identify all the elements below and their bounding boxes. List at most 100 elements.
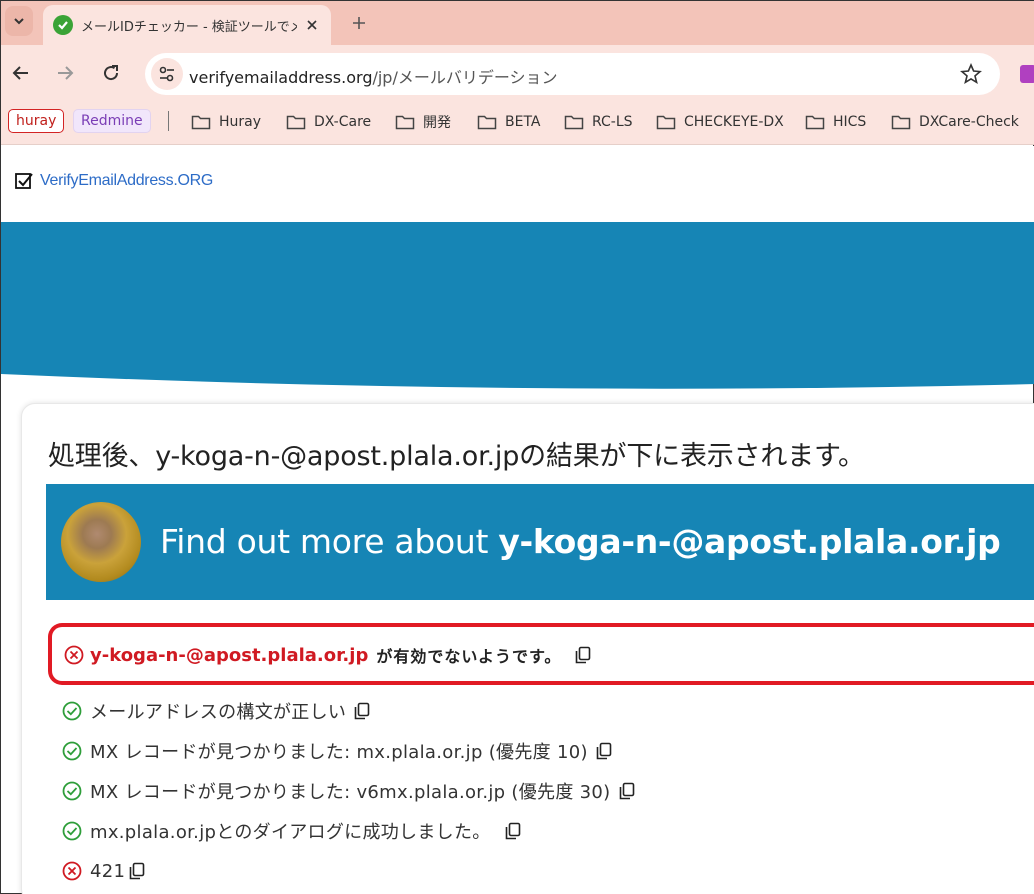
copy-icon xyxy=(619,782,634,800)
check-text: 421 xyxy=(90,860,126,882)
bookmark-redmine[interactable]: Redmine xyxy=(73,109,151,133)
bookmark-folder-label: RC-LS xyxy=(592,114,633,130)
check-item-mx-2: MX レコードが見つかりました: v6mx.plala.or.jp (優先度 3… xyxy=(62,778,635,804)
folder-icon xyxy=(891,115,911,130)
bookmark-folder-label: Huray xyxy=(219,114,262,130)
heading-prefix: 処理後、 xyxy=(48,441,156,472)
site-logo[interactable]: VerifyEmailAddress.ORG xyxy=(14,171,213,191)
hero-background xyxy=(1,222,1034,389)
bookmark-folder-label: HICS xyxy=(833,114,867,130)
copy-button[interactable] xyxy=(619,782,635,800)
forward-button[interactable] xyxy=(51,59,79,87)
site-info-button[interactable] xyxy=(151,58,183,90)
avatar xyxy=(61,502,141,582)
check-text: mx.plala.or.jpとのダイアログに成功しました。 xyxy=(90,822,491,843)
copy-icon xyxy=(576,646,591,664)
heading-email: y-koga-n-@apost.plala.or.jp xyxy=(155,441,520,472)
find-out-more-banner: Find out more about y-koga-n-@apost.plal… xyxy=(46,484,1034,600)
browser-toolbar: verifyemailaddress.org/jp/メールバリデーション xyxy=(1,45,1034,101)
banner-prefix: Find out more about xyxy=(160,522,499,561)
tab-title: メールIDチェッカー - 検証ツールでメール xyxy=(81,19,297,35)
error-circle-icon xyxy=(62,861,82,881)
address-bar[interactable]: verifyemailaddress.org/jp/メールバリデーション xyxy=(145,53,1000,95)
reload-button[interactable] xyxy=(97,59,125,87)
arrow-right-icon xyxy=(58,66,74,80)
bookmark-folder-kaihatsu[interactable]: 開発 xyxy=(395,112,451,132)
url-text[interactable]: verifyemailaddress.org/jp/メールバリデーション xyxy=(189,64,558,88)
bookmark-folder-beta[interactable]: BETA xyxy=(477,112,541,132)
bookmark-folder-label: CHECKEYE-DX xyxy=(684,114,784,130)
copy-button[interactable] xyxy=(505,822,521,840)
result-card: 処理後、y-koga-n-@apost.plala.or.jpの結果が下に表示さ… xyxy=(21,403,1034,894)
tune-icon xyxy=(159,66,174,82)
tab-search-button[interactable] xyxy=(5,6,33,36)
folder-icon xyxy=(395,115,415,130)
tab-close-button[interactable] xyxy=(303,16,321,34)
logo-text: VerifyEmailAddress.ORG xyxy=(40,172,214,189)
bookmark-huray[interactable]: huray xyxy=(8,109,65,133)
bookmark-folder-checkeye-dx[interactable]: CHECKEYE-DX xyxy=(656,112,784,132)
url-domain: verifyemailaddress.org xyxy=(189,68,373,87)
star-icon[interactable] xyxy=(960,63,982,85)
banner-text: Find out more about y-koga-n-@apost.plal… xyxy=(160,522,1001,561)
copy-button[interactable] xyxy=(575,646,591,664)
checkbox-checked-icon xyxy=(15,173,33,189)
check-item-dialog: mx.plala.or.jpとのダイアログに成功しました。 xyxy=(62,818,521,844)
reload-icon xyxy=(104,65,119,81)
chevron-down-icon xyxy=(14,18,24,25)
check-circle-icon xyxy=(62,781,82,801)
copy-icon xyxy=(129,862,145,880)
copy-icon xyxy=(596,742,612,760)
folder-icon xyxy=(805,115,825,130)
check-text: MX レコードが見つかりました: mx.plala.or.jp (優先度 10) xyxy=(90,742,588,763)
copy-icon xyxy=(354,702,370,720)
check-circle-icon xyxy=(62,701,82,721)
folder-icon xyxy=(656,115,676,130)
bookmark-folder-dxcare-check[interactable]: DXCare-Check xyxy=(891,112,1019,132)
bookmark-folder-dx-care[interactable]: DX-Care xyxy=(286,112,371,132)
bookmark-folder-label: DX-Care xyxy=(314,114,372,130)
check-circle-icon xyxy=(62,741,82,761)
check-item-mx-1: MX レコードが見つかりました: mx.plala.or.jp (優先度 10) xyxy=(62,738,612,764)
error-circle-icon xyxy=(64,645,84,665)
bookmark-folder-label: DXCare-Check xyxy=(919,114,1019,130)
folder-icon xyxy=(286,115,306,130)
check-item-syntax: メールアドレスの構文が正しい xyxy=(62,698,370,724)
url-path: /jp/メールバリデーション xyxy=(372,68,558,87)
result-email: y-koga-n-@apost.plala.or.jp xyxy=(90,644,369,666)
close-icon xyxy=(307,20,317,30)
copy-button[interactable] xyxy=(129,862,145,880)
copy-button[interactable] xyxy=(354,702,370,720)
copy-button[interactable] xyxy=(596,742,612,760)
back-button[interactable] xyxy=(7,59,35,87)
folder-icon xyxy=(564,115,584,130)
copy-icon xyxy=(505,822,520,840)
folder-icon xyxy=(191,115,211,130)
bookmark-separator xyxy=(168,111,169,131)
new-tab-button[interactable] xyxy=(345,9,373,37)
bookmark-folder-rc-ls[interactable]: RC-LS xyxy=(564,112,633,132)
validation-result: y-koga-n-@apost.plala.or.jp が有効でないようです。 xyxy=(48,623,1034,685)
page-heading: 処理後、y-koga-n-@apost.plala.or.jpの結果が下に表示さ… xyxy=(48,434,865,473)
bookmark-folder-label: 開発 xyxy=(423,115,451,131)
banner-email: y-koga-n-@apost.plala.or.jp xyxy=(498,522,1001,561)
result-message: が有効でないようです。 xyxy=(376,647,562,666)
bookmarks-bar: huray Redmine Huray DX-Care 開発 BETA RC-L… xyxy=(1,101,1034,145)
check-item-error-421: 421 xyxy=(62,858,145,884)
site-header: VerifyEmailAddress.ORG xyxy=(1,146,1034,222)
tab-active[interactable]: メールIDチェッカー - 検証ツールでメール xyxy=(43,5,331,45)
plus-icon xyxy=(353,17,365,29)
bookmark-folder-huray[interactable]: Huray xyxy=(191,112,261,132)
tab-strip: メールIDチェッカー - 検証ツールでメール xyxy=(1,1,1034,45)
extension-icon[interactable] xyxy=(1020,65,1034,83)
check-text: メールアドレスの構文が正しい xyxy=(90,702,347,723)
bookmark-folder-hics[interactable]: HICS xyxy=(805,112,866,132)
arrow-left-icon xyxy=(12,66,28,80)
check-circle-icon xyxy=(62,821,82,841)
heading-suffix: の結果が下に表示されます。 xyxy=(519,441,865,472)
checkmark-favicon-icon xyxy=(53,15,73,35)
check-text: MX レコードが見つかりました: v6mx.plala.or.jp (優先度 3… xyxy=(90,782,611,803)
bookmark-folder-label: BETA xyxy=(505,114,541,130)
result-line: y-koga-n-@apost.plala.or.jp が有効でないようです。 xyxy=(64,643,591,667)
folder-icon xyxy=(477,115,497,130)
